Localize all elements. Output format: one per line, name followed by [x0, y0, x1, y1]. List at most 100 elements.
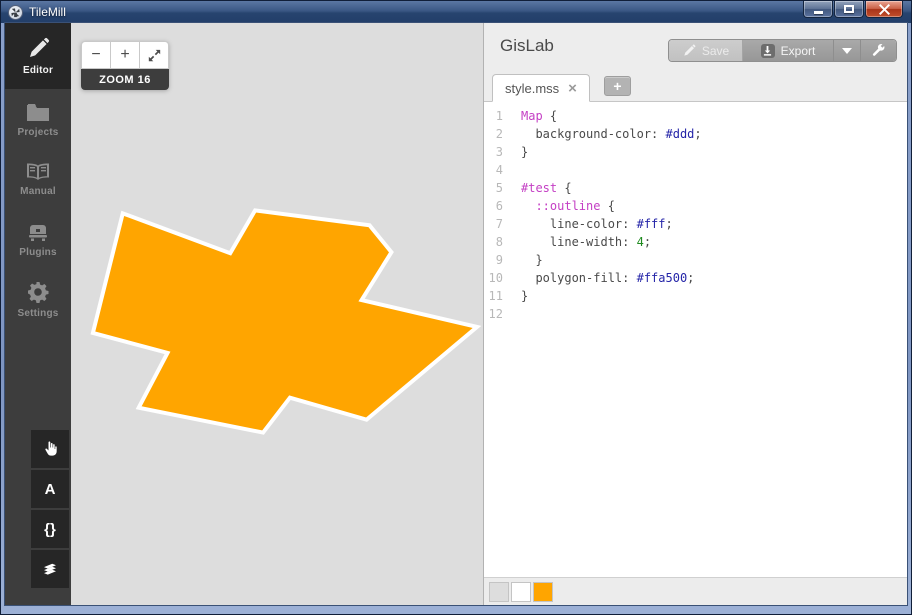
line-number: 4 — [484, 161, 503, 179]
plugin-icon — [25, 221, 51, 243]
new-tab-button[interactable]: + — [604, 76, 631, 96]
minimize-button[interactable] — [803, 1, 833, 18]
line-number: 5 — [484, 179, 503, 197]
line-number-gutter: 123456789101112 — [484, 107, 511, 577]
zoom-out-button[interactable]: − — [81, 41, 111, 69]
line-number: 7 — [484, 215, 503, 233]
app-window: TileMill Editor Projects Manual — [0, 0, 912, 615]
zoom-in-icon: + — [120, 46, 129, 64]
gear-icon — [26, 280, 50, 304]
code-line[interactable] — [521, 305, 907, 323]
line-number: 6 — [484, 197, 503, 215]
folder-icon — [25, 101, 51, 123]
sidebar-item-manual[interactable]: Manual — [5, 149, 71, 209]
pan-tool-button[interactable] — [31, 430, 69, 468]
line-number: 3 — [484, 143, 503, 161]
close-button[interactable] — [865, 1, 903, 18]
save-button-label: Save — [702, 44, 729, 58]
save-pencil-icon — [682, 44, 696, 58]
map-polygon-feature[interactable] — [93, 210, 477, 432]
window-controls — [803, 1, 903, 18]
sidebar-item-settings[interactable]: Settings — [5, 269, 71, 329]
book-icon — [25, 162, 51, 182]
layers-tool-button[interactable] — [31, 550, 69, 588]
title-bar[interactable]: TileMill — [1, 1, 911, 23]
style-panel: GisLab Save Export — [483, 23, 907, 605]
map-canvas[interactable]: − + ZOOM 16 — [71, 23, 483, 605]
code-line[interactable]: ::outline { — [521, 197, 907, 215]
code-line[interactable]: background-color: #ddd; — [521, 125, 907, 143]
line-number: 9 — [484, 251, 503, 269]
sidebar-item-label: Settings — [17, 308, 58, 319]
sidebar-item-label: Plugins — [19, 247, 57, 258]
color-swatch-strip — [484, 577, 907, 605]
code-editor[interactable]: 123456789101112 Map { background-color: … — [484, 102, 907, 577]
sidebar-item-plugins[interactable]: Plugins — [5, 209, 71, 269]
color-swatch-gray[interactable] — [489, 582, 509, 602]
hand-icon — [41, 440, 59, 458]
close-icon — [879, 4, 890, 15]
code-area[interactable]: Map { background-color: #ddd;} #test { :… — [511, 107, 907, 577]
line-number: 2 — [484, 125, 503, 143]
sidebar-item-label: Manual — [20, 186, 56, 197]
code-line[interactable]: line-color: #fff; — [521, 215, 907, 233]
color-swatch-white[interactable] — [511, 582, 531, 602]
fonts-tool-label: A — [45, 481, 56, 498]
main-content: Editor Projects Manual Plugins Settings — [5, 23, 907, 605]
export-menu-button[interactable] — [833, 40, 860, 61]
zoom-buttons: − + — [81, 41, 169, 69]
minimize-icon — [814, 11, 823, 14]
maximize-icon — [844, 5, 854, 13]
tab-close-icon[interactable]: × — [568, 81, 577, 96]
code-line[interactable]: } — [521, 251, 907, 269]
plus-icon: + — [613, 78, 621, 94]
panel-header: GisLab Save Export — [484, 23, 907, 71]
carto-tool-label: {} — [44, 521, 56, 538]
zoom-out-icon: − — [91, 46, 100, 64]
export-button-label: Export — [781, 44, 816, 58]
line-number: 12 — [484, 305, 503, 323]
export-icon — [761, 44, 775, 58]
save-button[interactable]: Save — [669, 40, 743, 61]
zoom-level-label: ZOOM 16 — [81, 69, 169, 90]
code-line[interactable]: polygon-fill: #ffa500; — [521, 269, 907, 287]
carto-tool-button[interactable]: {} — [31, 510, 69, 548]
zoom-control: − + ZOOM 16 — [81, 41, 169, 90]
line-number: 1 — [484, 107, 503, 125]
project-title: GisLab — [500, 36, 554, 56]
tab-style-mss[interactable]: style.mss × — [492, 74, 590, 102]
maximize-button[interactable] — [834, 1, 864, 18]
pencil-icon — [26, 37, 50, 61]
settings-wrench-button[interactable] — [860, 40, 896, 61]
code-line[interactable]: } — [521, 143, 907, 161]
app-windmill-icon — [8, 5, 23, 20]
code-line[interactable]: #test { — [521, 179, 907, 197]
zoom-in-button[interactable]: + — [110, 41, 140, 69]
expand-icon — [148, 49, 161, 62]
window-title: TileMill — [29, 5, 66, 19]
line-number: 11 — [484, 287, 503, 305]
fonts-tool-button[interactable]: A — [31, 470, 69, 508]
sidebar: Editor Projects Manual Plugins Settings — [5, 23, 71, 605]
export-button[interactable]: Export — [743, 40, 833, 61]
code-line[interactable]: Map { — [521, 107, 907, 125]
sidebar-item-label: Editor — [23, 65, 53, 76]
map-layer — [71, 23, 483, 605]
color-swatch-orange[interactable] — [533, 582, 553, 602]
line-number: 10 — [484, 269, 503, 287]
code-line[interactable]: } — [521, 287, 907, 305]
map-tools: A {} — [31, 430, 69, 588]
sidebar-item-projects[interactable]: Projects — [5, 89, 71, 149]
sidebar-item-editor[interactable]: Editor — [5, 23, 71, 89]
tab-label: style.mss — [505, 81, 559, 96]
sidebar-item-label: Projects — [17, 127, 58, 138]
chevron-down-icon — [842, 48, 852, 54]
tab-strip: style.mss × + — [484, 71, 907, 102]
code-line[interactable]: line-width: 4; — [521, 233, 907, 251]
fullscreen-button[interactable] — [139, 41, 169, 69]
wrench-icon — [871, 43, 886, 58]
line-number: 8 — [484, 233, 503, 251]
code-line[interactable] — [521, 161, 907, 179]
panel-toolbar: Save Export — [668, 39, 897, 62]
layers-icon — [41, 560, 59, 578]
